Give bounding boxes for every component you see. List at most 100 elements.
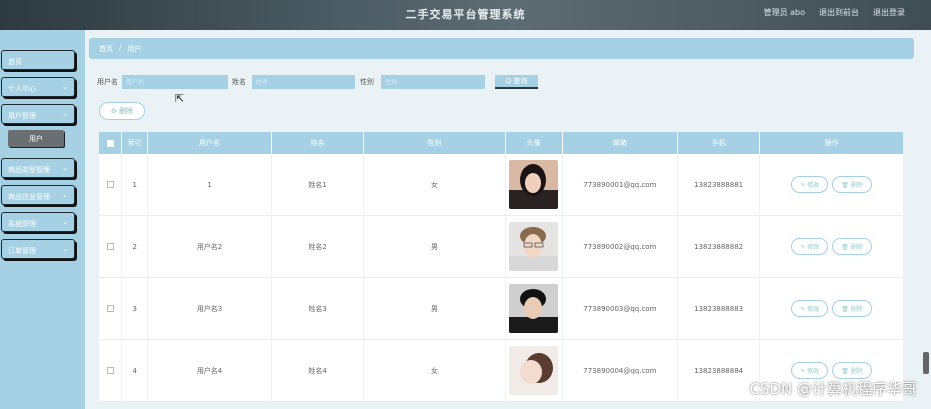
row-checkbox[interactable] [106, 367, 114, 374]
avatar [509, 284, 559, 333]
select-all-cell [99, 132, 123, 154]
cell-gender: 男 [364, 277, 506, 340]
name-input[interactable] [252, 75, 355, 89]
breadcrumb-separator: / [119, 44, 122, 52]
batch-delete-button[interactable]: ⊖ 删除 [99, 102, 145, 120]
chevron-down-icon: ⌄ [62, 110, 68, 118]
search-bar: 用户名 姓名 性别 [97, 75, 485, 89]
sidebar-item-system[interactable]: 系统管理 ⌄ [1, 212, 75, 232]
breadcrumb-current: 用户 [127, 45, 142, 53]
delete-button[interactable]: 🗑 删除 [832, 300, 872, 317]
cell-phone: 13823888883 [678, 277, 761, 340]
logout-link[interactable]: 退出登录 [873, 7, 905, 18]
row-select-cell [99, 153, 123, 216]
sidebar-item-label: 商品信息管理 [8, 193, 50, 201]
chevron-down-icon: ⌄ [62, 218, 68, 226]
edit-button[interactable]: ✎ 修改 [791, 300, 829, 317]
sidebar-item-goods-type[interactable]: 商品类型管理 ⌄ [1, 158, 75, 178]
cell-name: 姓名1 [272, 153, 365, 216]
sidebar-item-orders[interactable]: 订单管理 ⌄ [1, 239, 75, 259]
sidebar-item-label: 订单管理 [8, 247, 36, 255]
breadcrumb: 首页 / 用户 [89, 38, 914, 59]
sidebar-item-profile[interactable]: 个人中心 ⌄ [1, 77, 75, 97]
cell-actions: ✎ 修改 🗑 删除 [760, 278, 903, 340]
cell-avatar [506, 339, 563, 402]
search-button[interactable]: Q 查询 [495, 75, 538, 89]
cell-gender: 男 [364, 215, 506, 278]
sidebar: 首页 个人中心 ⌄ 用户管理 ⌄ 用户 商品类型管理 ⌄ 商品信息管理 ⌄ 系统… [0, 30, 85, 409]
col-name: 姓名 [272, 132, 365, 154]
cell-index: 1 [122, 153, 148, 216]
edit-button[interactable]: ✎ 修改 [791, 362, 829, 379]
delete-button[interactable]: 🗑 删除 [832, 238, 872, 255]
cell-phone: 13823888884 [678, 339, 761, 402]
chevron-down-icon: ⌄ [62, 164, 68, 172]
cell-name: 姓名4 [272, 339, 365, 402]
sidebar-item-label: 系统管理 [8, 220, 36, 228]
col-email: 邮箱 [563, 132, 679, 154]
select-all-checkbox[interactable] [106, 139, 114, 147]
row-checkbox[interactable] [106, 305, 114, 312]
cell-email: 773890002@qq.com [563, 215, 679, 278]
cell-username: 用户名3 [148, 277, 273, 340]
cell-index: 4 [122, 339, 148, 402]
cell-gender: 女 [364, 153, 506, 216]
top-header: 二手交易平台管理系统 管理员 abo 退出到前台 退出登录 [0, 0, 931, 30]
col-index: 索引 [122, 132, 148, 154]
avatar [509, 222, 559, 271]
cell-index: 3 [122, 277, 148, 340]
sidebar-item-label: 用户管理 [8, 112, 36, 120]
sidebar-item-label: 商品类型管理 [8, 166, 50, 174]
username-input[interactable] [122, 75, 228, 89]
cell-email: 773890003@qq.com [563, 277, 679, 340]
table-header: 索引 用户名 姓名 性别 头像 邮箱 手机 操作 [99, 132, 903, 154]
sidebar-item-goods-info[interactable]: 商品信息管理 ⌄ [1, 185, 75, 205]
cell-email: 773890001@qq.com [563, 153, 679, 216]
cell-email: 773890004@qq.com [563, 339, 679, 402]
avatar [509, 346, 559, 395]
edit-button[interactable]: ✎ 修改 [791, 176, 829, 193]
breadcrumb-home[interactable]: 首页 [99, 44, 113, 53]
chevron-down-icon: ⌄ [62, 245, 68, 253]
row-select-cell [99, 339, 123, 402]
avatar [509, 160, 559, 209]
col-avatar: 头像 [506, 132, 563, 154]
cell-index: 2 [122, 215, 148, 278]
chevron-down-icon: ⌄ [62, 83, 68, 91]
delete-button[interactable]: 🗑 删除 [832, 362, 872, 379]
username-label: 用户名 [97, 78, 118, 86]
row-checkbox[interactable] [106, 181, 114, 188]
col-actions: 操作 [824, 139, 839, 147]
row-select-cell [99, 277, 123, 340]
col-username: 用户名 [148, 132, 273, 154]
admin-label: 管理员 abo [763, 8, 805, 17]
row-checkbox[interactable] [106, 243, 114, 250]
table-row: 1 1 姓名1 女 773890001@qq.com 13823888881 ✎… [99, 153, 903, 216]
cell-name: 姓名2 [272, 215, 365, 278]
gender-input[interactable] [381, 75, 485, 89]
watermark: CSDN @计算机程序华哥 [749, 380, 917, 398]
cell-phone: 13823888882 [678, 215, 761, 278]
cell-phone: 13823888881 [678, 153, 761, 216]
cell-avatar [506, 215, 563, 278]
page-scrollbar[interactable] [923, 352, 929, 374]
sidebar-item-home[interactable]: 首页 [1, 50, 75, 70]
header-actions: 管理员 abo 退出到前台 退出登录 [764, 7, 905, 18]
cell-gender: 女 [364, 339, 506, 402]
cell-actions: ✎ 修改 🗑 删除 [760, 216, 903, 278]
front-link[interactable]: 退出到前台 [819, 7, 859, 18]
table-row: 2 用户名2 姓名2 男 773890002@qq.com 1382388888… [99, 215, 903, 278]
sidebar-item-users[interactable]: 用户管理 ⌄ [1, 104, 75, 124]
cell-actions: ✎ 修改 🗑 删除 [760, 154, 903, 216]
cell-avatar [506, 277, 563, 340]
sidebar-subitem-user[interactable]: 用户 [8, 130, 64, 147]
cell-username: 用户名4 [148, 339, 273, 402]
sidebar-item-label: 个人中心 [8, 85, 36, 93]
col-gender: 性别 [364, 132, 506, 154]
edit-button[interactable]: ✎ 修改 [791, 238, 829, 255]
cell-username: 1 [148, 153, 273, 216]
cell-name: 姓名3 [272, 277, 365, 340]
cell-avatar [506, 153, 563, 216]
gender-label: 性别 [360, 78, 374, 86]
delete-button[interactable]: 🗑 删除 [832, 176, 872, 193]
